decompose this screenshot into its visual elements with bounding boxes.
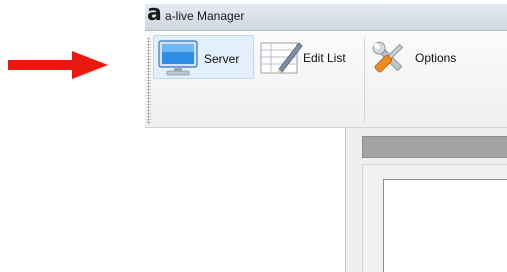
toolbar: Server Edit List Options [145, 31, 507, 128]
toolbar-separator [364, 37, 365, 123]
annotation-arrow [8, 51, 108, 79]
server-button[interactable]: Server [153, 35, 254, 79]
right-panel [345, 128, 507, 272]
edit-list-button-label: Edit List [303, 51, 346, 65]
app-window: a a-live Manager Server Edit List Option… [145, 4, 507, 272]
monitor-icon [158, 40, 198, 79]
options-button[interactable]: Options [367, 35, 475, 79]
tools-icon [369, 39, 409, 80]
panel-frame [362, 164, 507, 272]
app-logo: a [147, 4, 162, 26]
left-panel [145, 128, 345, 272]
title-bar: a a-live Manager [145, 4, 507, 31]
server-button-label: Server [204, 52, 240, 66]
window-title: a-live Manager [165, 9, 245, 23]
toolbar-grip[interactable] [147, 37, 151, 125]
panel-content-area[interactable] [383, 179, 507, 272]
panel-header-bar [362, 136, 507, 158]
options-button-label: Options [415, 51, 457, 65]
edit-list-icon [259, 39, 303, 78]
edit-list-button[interactable]: Edit List [257, 35, 357, 79]
